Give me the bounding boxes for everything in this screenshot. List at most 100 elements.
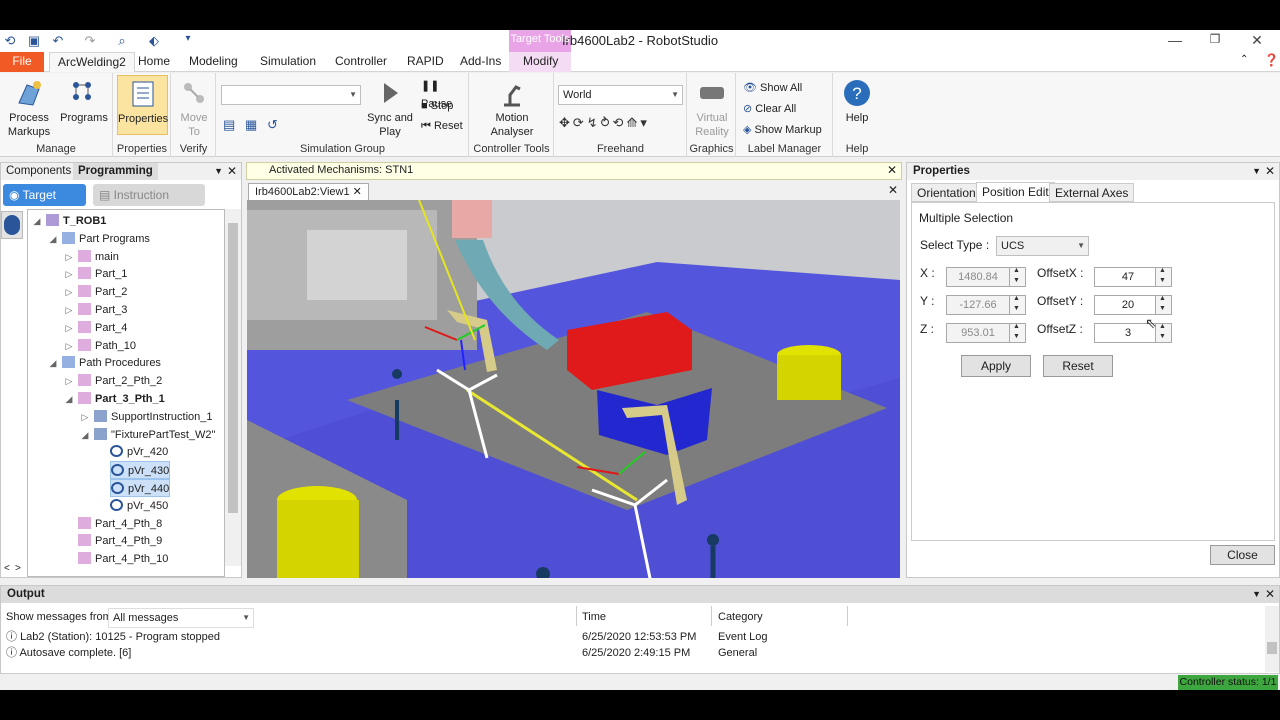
tab-arcwelding2[interactable]: ArcWelding2: [49, 52, 135, 72]
move-to-button[interactable]: Move To: [174, 77, 214, 139]
expand-icon[interactable]: ▷: [64, 337, 74, 355]
tab-orientation[interactable]: Orientation: [911, 183, 982, 202]
tree-item[interactable]: ▷ main: [66, 248, 119, 266]
panel-close-icon[interactable]: ✕: [227, 163, 237, 180]
close-info-bar-icon[interactable]: ✕: [887, 163, 897, 177]
tree-item[interactable]: ▷ Path_10: [66, 337, 136, 355]
stop-button[interactable]: ■ Stop: [421, 97, 453, 115]
expand-icon[interactable]: ▷: [64, 283, 74, 301]
tree-item[interactable]: Part_4_Pth_8: [78, 515, 162, 533]
simulation-selector[interactable]: ▼: [221, 85, 361, 105]
tree-item[interactable]: pVr_420: [110, 443, 168, 461]
collapse-icon[interactable]: ◢: [64, 390, 74, 408]
expand-icon[interactable]: ▷: [64, 301, 74, 319]
properties-button[interactable]: Properties: [117, 75, 168, 135]
close-view-tab-icon[interactable]: ✕: [353, 186, 362, 198]
expand-icon[interactable]: ▷: [64, 319, 74, 337]
panel-menu-icon[interactable]: ▼: [1252, 586, 1261, 603]
offset-y-field[interactable]: 20: [1094, 295, 1156, 315]
sim-config-icon[interactable]: ▤: [223, 117, 235, 133]
virtual-reality-button[interactable]: Virtual Reality: [690, 77, 734, 139]
close-button[interactable]: Close: [1210, 545, 1275, 565]
tree-item[interactable]: pVr_430: [110, 461, 171, 480]
show-all-button[interactable]: 👁 Show All: [743, 79, 802, 97]
z-spinner[interactable]: [1010, 323, 1026, 343]
apply-button[interactable]: Apply: [961, 355, 1031, 377]
output-row[interactable]: ⓘ Autosave complete. [6]: [6, 646, 131, 661]
tree-item[interactable]: ◢ Path Procedures: [50, 354, 161, 372]
select-type-dropdown[interactable]: UCS ▼: [996, 236, 1089, 256]
collapse-icon[interactable]: ◢: [48, 230, 58, 248]
expand-icon[interactable]: ▷: [64, 372, 74, 390]
offset-x-spinner[interactable]: [1156, 267, 1172, 287]
y-spinner[interactable]: [1010, 295, 1026, 315]
scroll-left-icon[interactable]: <: [4, 563, 10, 574]
tree-item[interactable]: ▷ Part_1: [66, 265, 127, 283]
restore-button[interactable]: ❐: [1200, 32, 1230, 46]
collapse-icon[interactable]: ◢: [80, 426, 90, 444]
close-document-icon[interactable]: ✕: [888, 183, 898, 197]
tree-item[interactable]: ▷ Part_4: [66, 319, 127, 337]
expand-icon[interactable]: ▷: [64, 248, 74, 266]
output-scroll-thumb[interactable]: [1267, 642, 1277, 654]
x-spinner[interactable]: [1010, 267, 1026, 287]
output-vertical-scrollbar[interactable]: [1265, 606, 1279, 672]
programs-button[interactable]: Programs: [58, 77, 110, 125]
expand-icon[interactable]: ▷: [80, 408, 90, 426]
tab-simulation[interactable]: Simulation: [252, 52, 324, 72]
sim-loop-icon[interactable]: ↺: [267, 117, 278, 133]
tab-add-ins[interactable]: Add-Ins: [452, 52, 509, 72]
scroll-right-icon[interactable]: >: [15, 563, 21, 574]
tree-item[interactable]: pVr_440: [110, 479, 171, 497]
tree-item[interactable]: Part_4_Pth_10: [78, 550, 168, 568]
message-filter-dropdown[interactable]: All messages ▼: [108, 608, 254, 628]
tab-position-edit[interactable]: Position Edit: [976, 182, 1055, 202]
panel-menu-icon[interactable]: ▼: [1252, 163, 1261, 180]
tab-components[interactable]: Components: [1, 163, 73, 180]
tree-scroll-thumb[interactable]: [228, 223, 238, 513]
tree-item[interactable]: ◢ Part_3_Pth_1: [66, 390, 165, 408]
tab-file[interactable]: File: [0, 52, 44, 72]
tree-vertical-scrollbar[interactable]: [225, 209, 241, 566]
reset-button[interactable]: Reset: [1043, 355, 1113, 377]
view-document-tab[interactable]: Irb4600Lab2:View1 ✕: [248, 183, 369, 201]
sim-watch-icon[interactable]: ▦: [245, 117, 257, 133]
pause-button[interactable]: ❚❚ Pause: [421, 77, 468, 110]
collapse-icon[interactable]: ◢: [48, 354, 58, 372]
show-markup-button[interactable]: ◈ Show Markup: [743, 121, 822, 139]
help-icon[interactable]: ❓: [1264, 53, 1279, 67]
tree-item[interactable]: ▷ SupportInstruction_1: [82, 408, 213, 426]
3d-viewport[interactable]: [247, 200, 900, 578]
tree-item[interactable]: pVr_450: [110, 497, 168, 515]
offset-z-spinner[interactable]: [1156, 323, 1172, 343]
reset-sim-button[interactable]: ⏮ Reset: [421, 117, 463, 135]
panel-close-icon[interactable]: ✕: [1265, 163, 1275, 180]
tab-modify[interactable]: Modify: [515, 52, 566, 72]
tree-item[interactable]: ▷ Part_3: [66, 301, 127, 319]
freehand-tools[interactable]: ✥⟳↯⥁⟲⟰▾: [559, 115, 650, 131]
z-field[interactable]: 953.01: [946, 323, 1010, 343]
x-field[interactable]: 1480.84: [946, 267, 1010, 287]
panel-menu-icon[interactable]: ▼: [214, 163, 223, 180]
column-category-header[interactable]: Category: [718, 610, 763, 625]
tree-item[interactable]: ◢ T_ROB1: [34, 212, 106, 230]
reference-frame-select[interactable]: World ▼: [558, 85, 683, 105]
tab-modeling[interactable]: Modeling: [181, 52, 246, 72]
expand-icon[interactable]: ▷: [64, 265, 74, 283]
process-markups-button[interactable]: Process Markups: [4, 77, 54, 139]
tree-item[interactable]: ▷ Part_2: [66, 283, 127, 301]
tree-item[interactable]: ▷ Part_2_Pth_2: [66, 372, 162, 390]
tab-programming[interactable]: Programming: [73, 163, 158, 180]
help-button[interactable]: ? Help: [838, 77, 876, 125]
robot-side-tab[interactable]: [1, 211, 23, 239]
column-time-header[interactable]: Time: [582, 610, 606, 625]
collapse-ribbon-icon[interactable]: ⌃: [1240, 54, 1248, 65]
offset-y-spinner[interactable]: [1156, 295, 1172, 315]
y-field[interactable]: -127.66: [946, 295, 1010, 315]
offset-x-field[interactable]: 47: [1094, 267, 1156, 287]
tab-controller[interactable]: Controller: [327, 52, 395, 72]
target-mode-button[interactable]: ◉ Target: [3, 184, 86, 206]
output-row[interactable]: ⓘ Lab2 (Station): 10125 - Program stoppe…: [6, 630, 220, 645]
tree-item[interactable]: ◢ Part Programs: [50, 230, 150, 248]
tab-external-axes[interactable]: External Axes: [1049, 183, 1135, 202]
